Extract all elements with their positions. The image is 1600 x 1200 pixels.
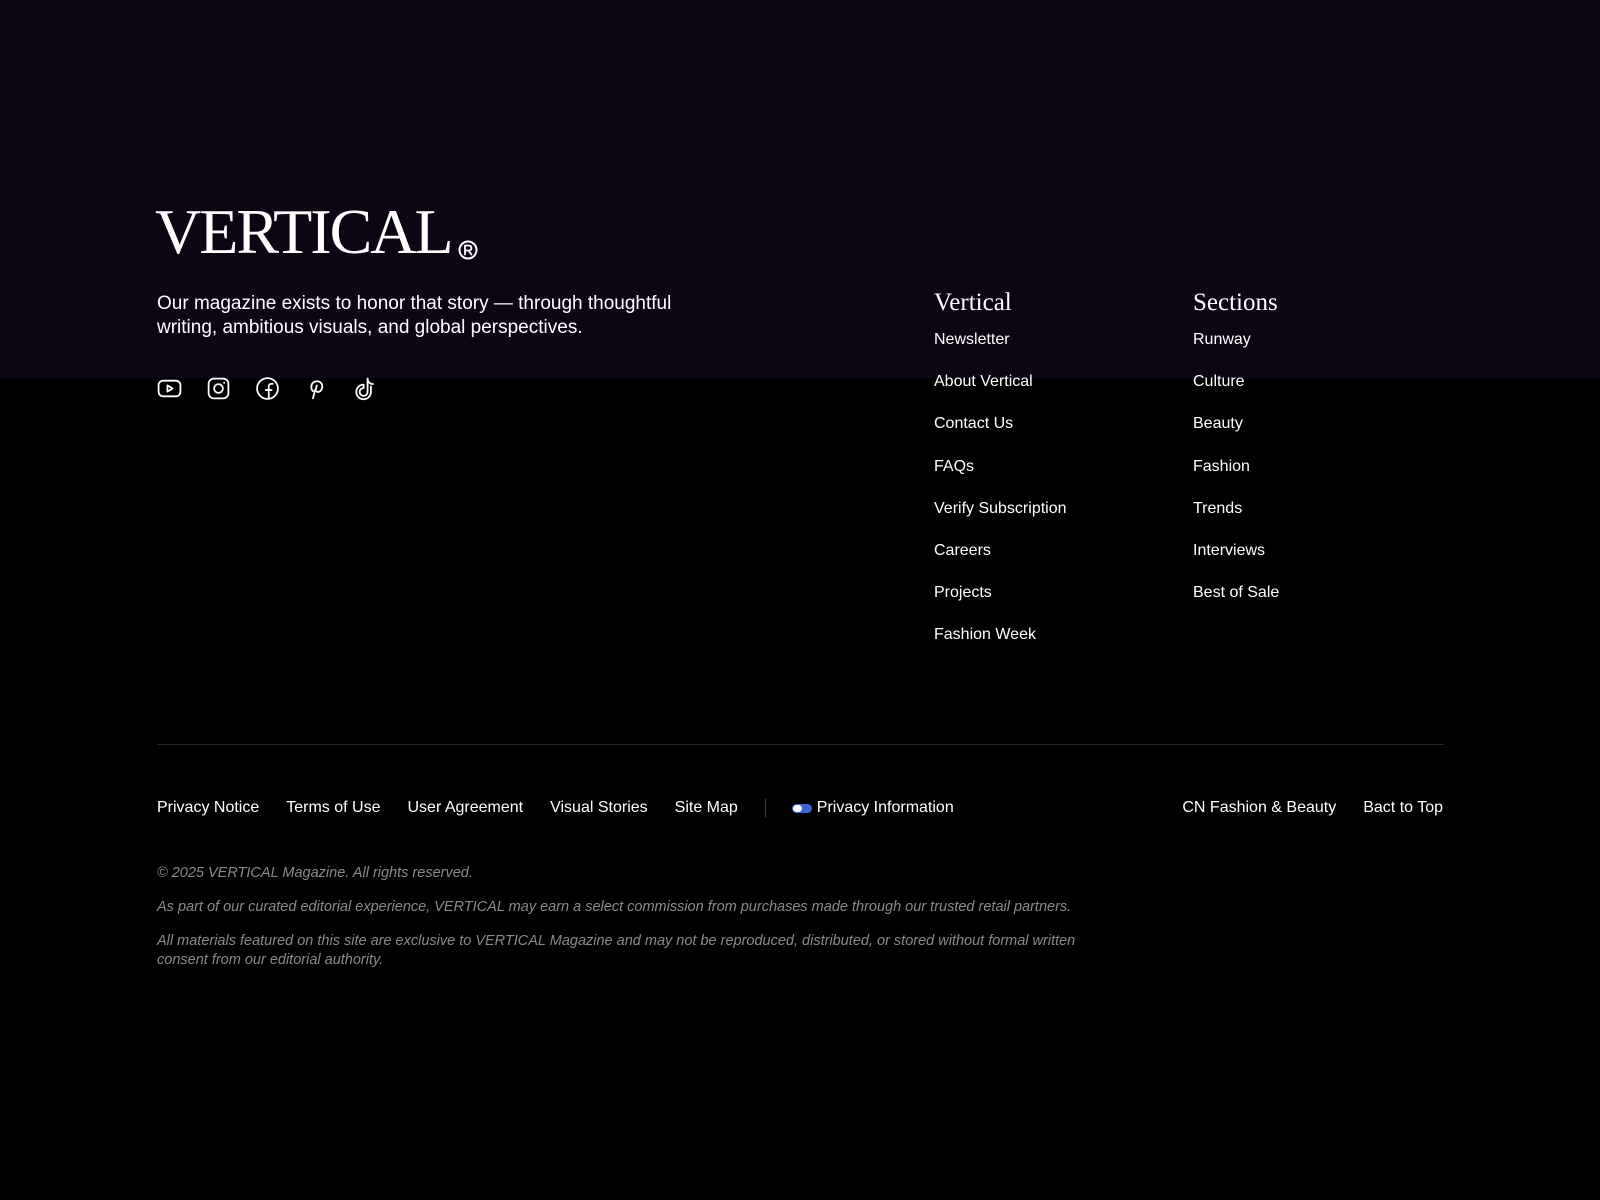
facebook-icon[interactable] [255, 376, 280, 401]
footer-link-fashion[interactable]: Fashion [1193, 458, 1250, 475]
footer-link-careers[interactable]: Careers [934, 542, 991, 559]
privacy-information-link[interactable]: Privacy Information [791, 798, 954, 818]
youtube-icon[interactable] [157, 376, 182, 401]
cn-fashion-beauty-link[interactable]: CN Fashion & Beauty [1182, 798, 1336, 818]
footer-column-vertical: Vertical Newsletter About Vertical Conta… [934, 288, 1067, 668]
legal-notices: © 2025 VERTICAL Magazine. All rights res… [157, 864, 1107, 985]
visual-stories-link[interactable]: Visual Stories [550, 798, 648, 818]
social-links [157, 376, 378, 401]
link-separator [764, 799, 766, 817]
footer-link-newsletter[interactable]: Newsletter [934, 331, 1010, 348]
footer-link-projects[interactable]: Projects [934, 584, 992, 601]
instagram-icon[interactable] [206, 376, 231, 401]
materials-disclaimer: All materials featured on this site are … [157, 933, 1076, 968]
pinterest-icon[interactable] [304, 376, 329, 401]
back-to-top-link[interactable]: Bact to Top [1363, 798, 1443, 818]
footer-link-about-vertical[interactable]: About Vertical [934, 373, 1033, 390]
secondary-links: CN Fashion & Beauty Bact to Top [1155, 798, 1443, 818]
footer-column-sections: Sections Runway Culture Beauty Fashion T… [1193, 288, 1279, 625]
footer-link-culture[interactable]: Culture [1193, 373, 1245, 390]
footer-link-fashion-week[interactable]: Fashion Week [934, 626, 1036, 643]
commission-disclaimer: As part of our curated editorial experie… [157, 899, 1072, 915]
column-heading-sections: Sections [1193, 289, 1278, 316]
brand-wordmark: VERTICAL [155, 196, 454, 267]
footer-link-verify-subscription[interactable]: Verify Subscription [934, 500, 1067, 517]
footer-link-faqs[interactable]: FAQs [934, 458, 974, 475]
registered-mark-icon [458, 240, 478, 260]
tiktok-icon[interactable] [353, 376, 378, 401]
column-heading-vertical: Vertical [934, 289, 1012, 316]
brand-tagline: Our magazine exists to honor that story … [157, 293, 672, 338]
footer-link-runway[interactable]: Runway [1193, 331, 1251, 348]
footer-link-trends[interactable]: Trends [1193, 500, 1242, 517]
privacy-toggle-icon [791, 803, 812, 813]
terms-of-use-link[interactable]: Terms of Use [286, 798, 380, 818]
user-agreement-link[interactable]: User Agreement [408, 798, 524, 818]
privacy-notice-link[interactable]: Privacy Notice [157, 798, 259, 818]
footer-link-contact-us[interactable]: Contact Us [934, 415, 1013, 432]
footer-link-best-of-sale[interactable]: Best of Sale [1193, 584, 1279, 601]
legal-links: Privacy Notice Terms of Use User Agreeme… [157, 798, 981, 818]
privacy-information-label: Privacy Information [816, 799, 954, 816]
footer-link-beauty[interactable]: Beauty [1193, 415, 1243, 432]
copyright-text: © 2025 VERTICAL Magazine. All rights res… [157, 865, 473, 881]
footer-link-interviews[interactable]: Interviews [1193, 542, 1265, 559]
footer-divider [157, 744, 1444, 745]
brand-logo[interactable]: VERTICAL [155, 200, 478, 264]
site-map-link[interactable]: Site Map [675, 798, 738, 818]
